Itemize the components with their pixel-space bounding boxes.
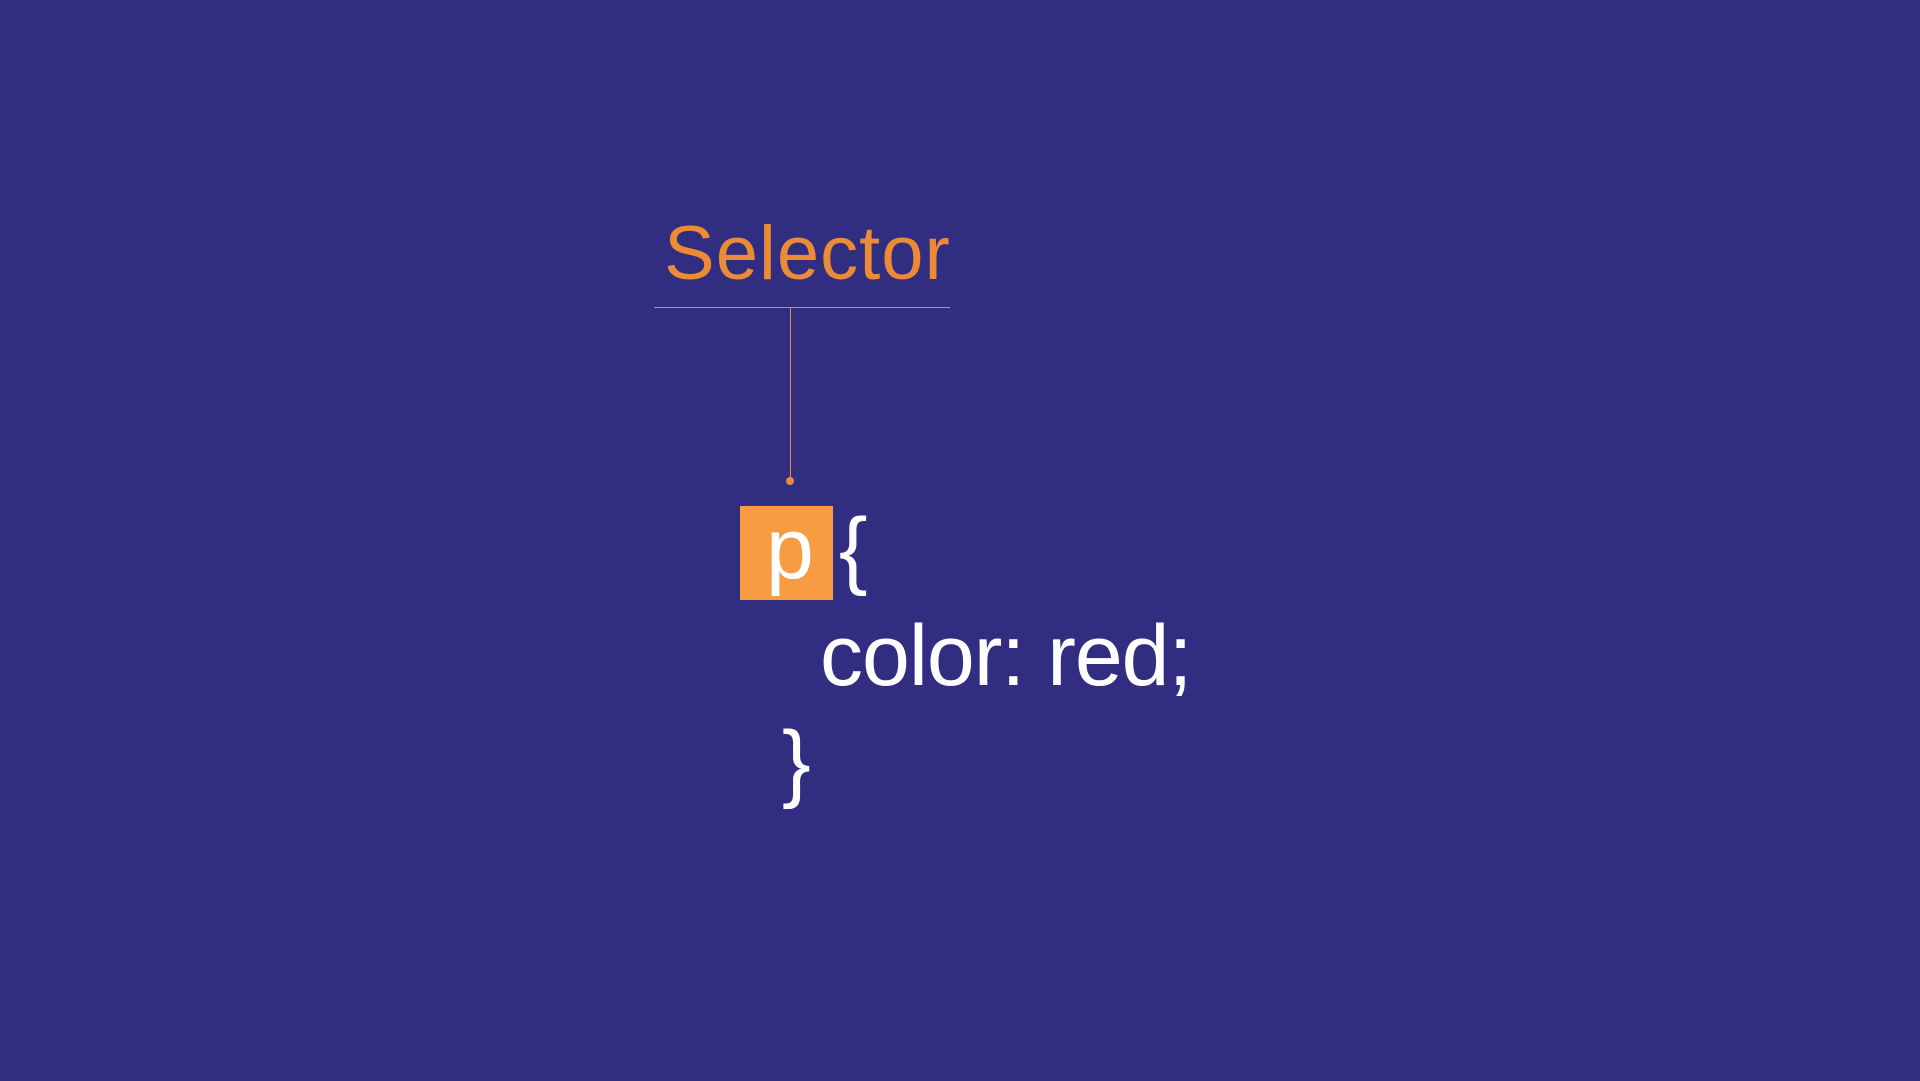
selector-connector-dot: [786, 477, 794, 485]
css-code-block: p{ color: red; }: [740, 496, 1191, 816]
selector-highlight: p: [740, 506, 833, 600]
code-line-2: color: red;: [740, 603, 1191, 710]
selector-label: Selector: [664, 210, 951, 297]
selector-connector-line: [790, 308, 791, 480]
code-line-3: }: [740, 709, 1191, 816]
selector-underline: [654, 307, 950, 308]
open-brace: {: [839, 501, 867, 597]
code-line-1: p{: [740, 496, 1191, 603]
